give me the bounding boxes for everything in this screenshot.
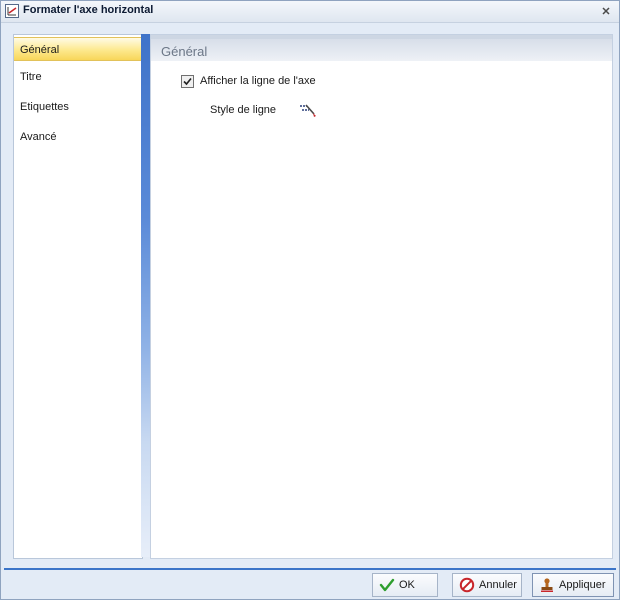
dialog-window: Formater l'axe horizontal Général Titre … — [0, 0, 620, 600]
dialog-body: Général Titre Etiquettes Avancé Général — [4, 31, 616, 561]
section-header-bar — [151, 35, 612, 61]
sidebar-item-general[interactable]: Général — [14, 37, 142, 61]
apply-button-label: Appliquer — [559, 579, 606, 591]
sidebar-item-titre[interactable]: Titre — [14, 65, 142, 89]
close-icon[interactable] — [599, 4, 613, 18]
sidebar-item-label: Avancé — [20, 131, 57, 143]
sidebar-item-avance[interactable]: Avancé — [14, 125, 142, 149]
category-sidebar: Général Titre Etiquettes Avancé — [13, 34, 143, 559]
section-title: Général — [161, 44, 208, 59]
show-axis-line-option[interactable]: Afficher la ligne de l'axe — [181, 73, 316, 89]
pane-splitter[interactable] — [141, 34, 150, 557]
apply-button[interactable]: Appliquer — [532, 573, 614, 597]
ok-button-label: OK — [399, 579, 415, 591]
sidebar-item-label: Général — [20, 44, 60, 56]
sidebar-item-etiquettes[interactable]: Etiquettes — [14, 95, 142, 119]
line-style-icon[interactable] — [299, 102, 317, 118]
stamp-icon — [539, 577, 555, 593]
show-axis-line-label: Afficher la ligne de l'axe — [200, 75, 316, 87]
line-style-label: Style de ligne — [210, 104, 277, 116]
checkmark-icon — [183, 77, 192, 85]
dialog-footer: OK Annuler Appliquer — [1, 571, 619, 599]
window-title: Formater l'axe horizontal — [23, 4, 154, 16]
sidebar-item-label: Titre — [20, 71, 42, 83]
show-axis-line-checkbox[interactable] — [181, 74, 194, 88]
cancel-icon — [459, 577, 475, 593]
ok-button[interactable]: OK — [372, 573, 438, 597]
cancel-button[interactable]: Annuler — [452, 573, 522, 597]
sidebar-item-label: Etiquettes — [20, 101, 69, 113]
chart-axis-icon — [5, 4, 19, 18]
title-bar[interactable]: Formater l'axe horizontal — [1, 1, 619, 23]
footer-divider — [4, 568, 616, 570]
content-panel: Général Afficher la ligne de l'axe Style… — [150, 34, 613, 559]
cancel-button-label: Annuler — [479, 579, 517, 591]
checkmark-icon — [379, 577, 395, 593]
